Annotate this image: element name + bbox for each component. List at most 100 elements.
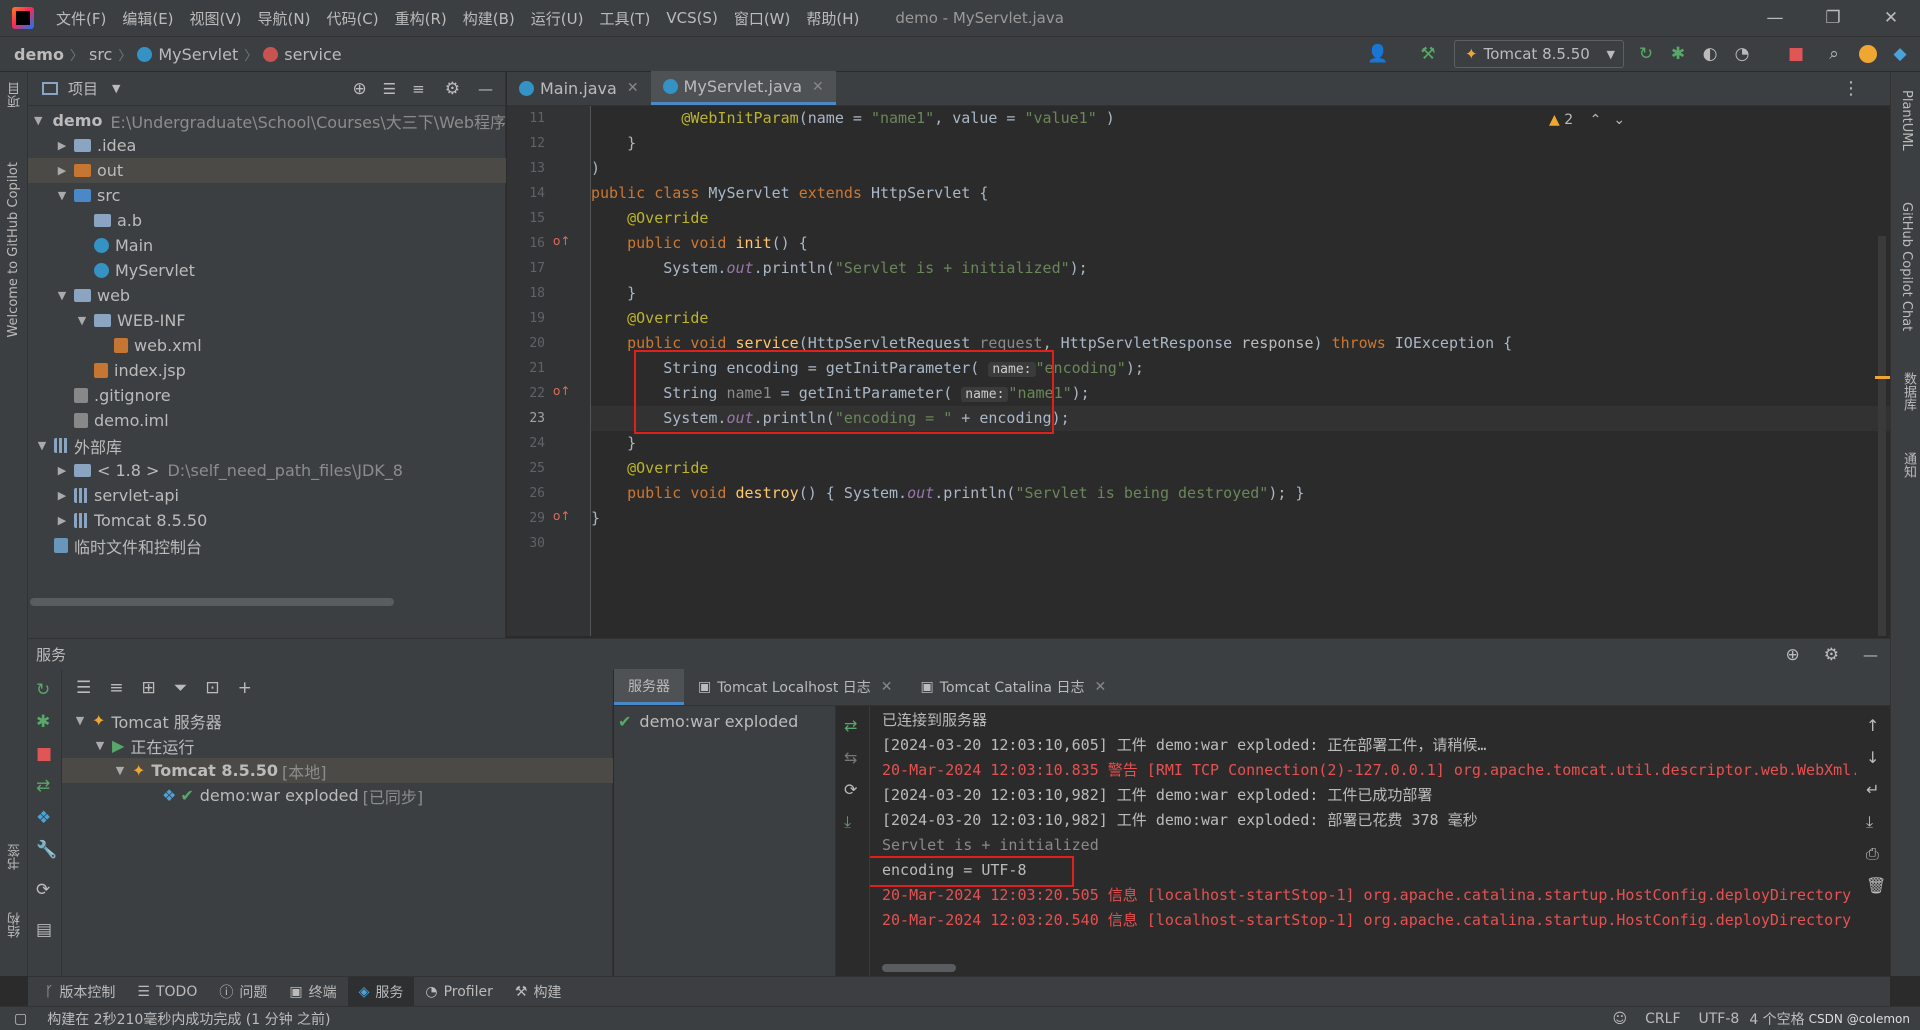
tool-services[interactable]: ◈ 服务 (347, 976, 415, 1007)
bookmarks-tab[interactable]: 书签 (6, 844, 25, 870)
tool-problems[interactable]: ⓘ 问题 (208, 977, 278, 1007)
expand-all-icon[interactable]: ☰ (76, 678, 91, 698)
project-panel-title[interactable]: 项目 (68, 78, 98, 99)
rerun-icon[interactable]: ↻ (1634, 42, 1658, 66)
menu-view[interactable]: 视图(V) (182, 8, 250, 29)
minimize-button[interactable]: — (1746, 8, 1804, 28)
filter-icon[interactable]: ⏷ (174, 678, 188, 698)
tree-item-running[interactable]: ▼ ▶ 正在运行 (62, 733, 613, 758)
tab-server[interactable]: 服务器 (614, 669, 684, 705)
warning-stripe-marker[interactable] (1875, 376, 1890, 379)
tree-item-jdk[interactable]: ▶ < 1.8 > D:\self_need_path_files\JDK_8 (28, 458, 506, 483)
tree-item-artifact[interactable]: ❖ ✔ demo:war exploded [已同步] (62, 783, 613, 808)
tool-todo[interactable]: ☰ TODO (126, 977, 208, 1007)
vertical-scrollbar[interactable] (1878, 236, 1886, 636)
locate-icon[interactable]: ⊕ (1786, 645, 1800, 665)
menu-code[interactable]: 代码(C) (318, 8, 386, 29)
more-icon[interactable]: ⋮ (1842, 78, 1860, 99)
update-icon[interactable] (1856, 42, 1880, 66)
deploy-down-icon[interactable]: ⤓ (844, 812, 851, 832)
menu-run[interactable]: 运行(U) (523, 8, 592, 29)
tab-localhost-log[interactable]: ▣ Tomcat Localhost 日志 ✕ (684, 669, 907, 705)
tree-item-demo[interactable]: ▼ demo E:\Undergraduate\School\Courses\大… (28, 108, 506, 133)
close-icon[interactable]: ✕ (1094, 679, 1106, 695)
coverage-icon[interactable]: ◐ (1698, 42, 1722, 66)
profile-icon[interactable]: ◔ (1730, 42, 1754, 66)
tool-profiler[interactable]: ◔ Profiler (414, 977, 504, 1007)
soft-wrap-icon[interactable]: ↵ (1866, 780, 1879, 799)
debug-icon[interactable]: ✱ (36, 712, 50, 732)
collapse-all-icon[interactable]: ≡ (412, 80, 425, 98)
search-icon[interactable]: ⌕ (1822, 42, 1846, 66)
chevron-down-icon[interactable]: ▼ (112, 82, 120, 95)
layout-toggle-icon[interactable]: ▢ (14, 1011, 27, 1027)
menu-tools[interactable]: 工具(T) (591, 8, 658, 29)
warnings-indicator[interactable]: ▲ 2 ⌃ ⌄ (1549, 112, 1625, 128)
gear-icon[interactable]: ⚙ (445, 79, 460, 99)
hide-panel-icon[interactable]: — (1863, 646, 1878, 664)
update-app-icon[interactable]: ⇄ (36, 776, 50, 796)
restore-button[interactable]: ❐ (1804, 8, 1862, 28)
tree-item-idea[interactable]: ▶ .idea (28, 133, 506, 158)
add-icon[interactable]: + (238, 678, 252, 698)
tree-item-src[interactable]: ▼ src (28, 183, 506, 208)
menu-build[interactable]: 构建(B) (455, 8, 523, 29)
new-tab-icon[interactable]: ⊡ (205, 678, 219, 698)
build-hammer-icon[interactable]: ⚒ (1416, 42, 1440, 66)
tree-item-web[interactable]: ▼ web (28, 283, 506, 308)
hide-panel-icon[interactable]: — (478, 80, 493, 98)
stop-icon[interactable]: ■ (36, 744, 52, 764)
menu-file[interactable]: 文件(F) (48, 8, 114, 29)
tree-item-tomcat-server[interactable]: ▼ ✦ Tomcat 服务器 (62, 708, 613, 733)
close-button[interactable]: ✕ (1862, 8, 1920, 28)
tree-item-servlet-api[interactable]: ▶ servlet-api (28, 483, 506, 508)
tree-item-tomcat-instance[interactable]: ▼ ✦ Tomcat 8.5.50 [本地] (62, 758, 613, 783)
tree-item-scratches[interactable]: 临时文件和控制台 (28, 533, 506, 558)
breadcrumb-class[interactable]: MyServlet (158, 45, 238, 64)
project-tool-tab[interactable]: 项目 (6, 82, 25, 108)
structure-tab[interactable]: 结构 (6, 912, 25, 938)
gear-icon[interactable]: ⚙ (1824, 645, 1839, 665)
horizontal-scrollbar[interactable] (882, 964, 956, 972)
scroll-up-icon[interactable]: ↑ (1866, 716, 1879, 735)
tab-main-java[interactable]: Main.java ✕ (507, 71, 651, 105)
close-icon[interactable]: ✕ (881, 679, 893, 695)
indent-setting[interactable]: 4 个空格 (1749, 1009, 1804, 1029)
tree-item-tomcat-lib[interactable]: ▶ Tomcat 8.5.50 (28, 508, 506, 533)
breadcrumb-method[interactable]: service (284, 45, 341, 64)
menu-vcs[interactable]: VCS(S) (658, 9, 725, 27)
breadcrumb-src[interactable]: src (89, 45, 112, 64)
status-message[interactable]: 构建在 2秒210毫秒内成功完成 (1 分钟 之前) (47, 1009, 330, 1029)
horizontal-scrollbar[interactable] (30, 598, 394, 606)
line-separator[interactable]: CRLF (1645, 1011, 1680, 1027)
tree-item-main[interactable]: Main (28, 233, 506, 258)
tree-item-gitignore[interactable]: .gitignore (28, 383, 506, 408)
notifications-tab[interactable]: 通知 (1899, 452, 1918, 478)
scroll-down-icon[interactable]: ↓ (1866, 748, 1879, 767)
debug-icon[interactable]: ✱ (1666, 42, 1690, 66)
tree-item-iml[interactable]: demo.iml (28, 408, 506, 433)
tree-item-webxml[interactable]: web.xml (28, 333, 506, 358)
trash-icon[interactable]: 🗑 (1866, 876, 1886, 895)
close-icon[interactable]: ✕ (627, 80, 639, 96)
tree-item-package[interactable]: a.b (28, 208, 506, 233)
breadcrumb-project[interactable]: demo (14, 45, 64, 64)
layout-icon[interactable]: ▤ (36, 920, 52, 940)
rerun-icon[interactable]: ↻ (36, 680, 50, 700)
refresh-icon[interactable]: ⟳ (36, 880, 50, 900)
jetbrains-toolbox-icon[interactable]: ◆ (1888, 42, 1912, 66)
copilot-welcome-tab[interactable]: Welcome to GitHub Copilot (6, 162, 21, 338)
tree-item-external-libs[interactable]: ▼ 外部库 (28, 433, 506, 458)
file-encoding[interactable]: UTF-8 (1699, 1011, 1740, 1027)
close-icon[interactable]: ✕ (812, 79, 824, 95)
tool-vcs[interactable]: ᚴ 版本控制 (34, 977, 126, 1007)
override-marker-icon[interactable]: o↑ (553, 509, 570, 523)
override-marker-icon[interactable]: o↑ (553, 234, 570, 248)
override-marker-icon[interactable]: o↑ (553, 384, 570, 398)
redeploy-icon[interactable]: ⇆ (844, 748, 857, 767)
copilot-chat-tab[interactable]: GitHub Copilot Chat (1899, 202, 1914, 331)
deployment-item[interactable]: ✔ demo:war exploded (618, 712, 798, 731)
group-icon[interactable]: ⊞ (142, 678, 156, 698)
tree-item-myservlet[interactable]: MyServlet (28, 258, 506, 283)
menu-navigate[interactable]: 导航(N) (250, 8, 319, 29)
